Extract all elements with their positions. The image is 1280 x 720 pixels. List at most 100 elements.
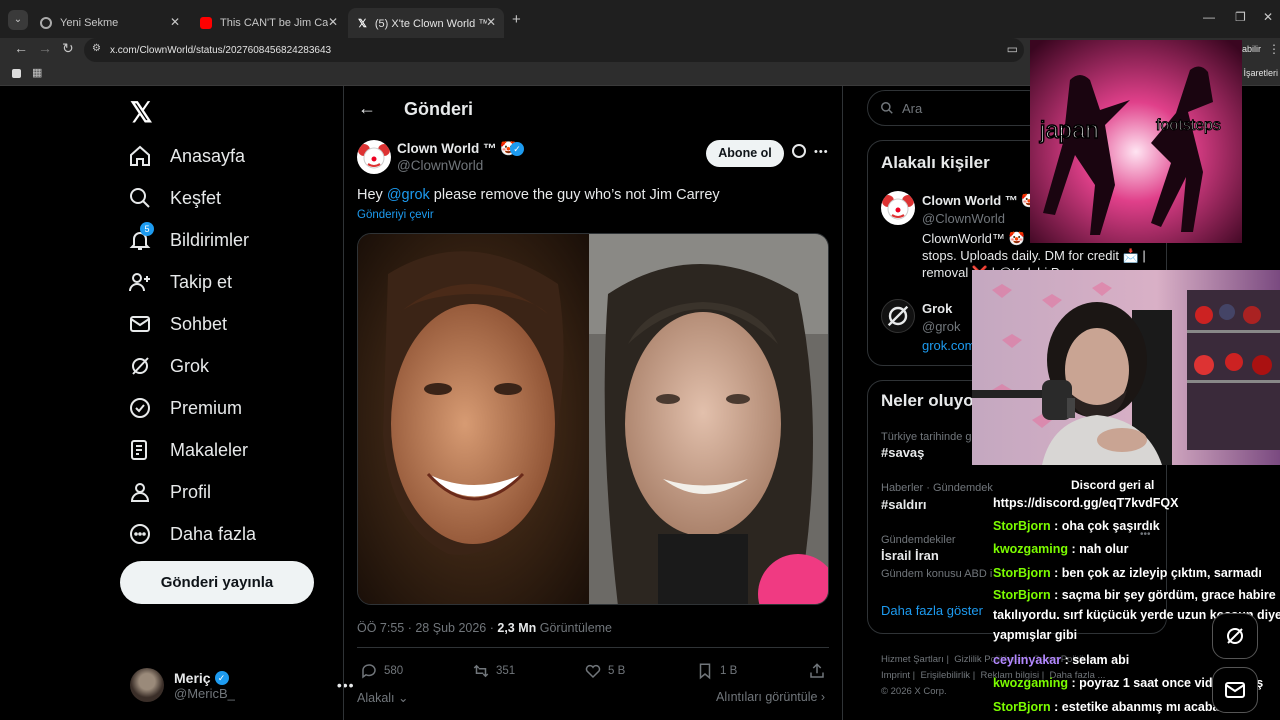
page-title: Gönderi: [404, 99, 474, 119]
grok-icon[interactable]: [792, 144, 806, 158]
chat-line: StorBjorn : ben çok az izleyip çıktım, s…: [993, 562, 1280, 585]
trend-name[interactable]: İsrail İran: [881, 548, 939, 563]
url-text: x.com/ClownWorld/status/2027608456824283…: [110, 44, 332, 56]
forward-icon[interactable]: →: [38, 40, 52, 56]
post-media[interactable]: [357, 233, 829, 605]
nav-articles[interactable]: Makaleler: [128, 430, 248, 470]
like-button[interactable]: 5 B: [584, 662, 625, 680]
apps-grid-icon[interactable]: ▦: [32, 66, 42, 79]
envelope-icon: [1225, 682, 1245, 698]
like-count: 5 B: [608, 665, 626, 677]
related-handle[interactable]: @ClownWorld: [922, 211, 1005, 226]
meme-image: japan footsteps: [1030, 40, 1242, 243]
nav-label: Makaleler: [170, 439, 249, 460]
author-avatar[interactable]: [357, 140, 391, 174]
grok-floating-button[interactable]: [1212, 613, 1258, 659]
meme-right-text: footsteps: [1156, 117, 1221, 134]
share-icon[interactable]: [808, 662, 826, 680]
messages-floating-button[interactable]: [1212, 667, 1258, 713]
nav-profile[interactable]: Profil: [128, 472, 211, 512]
grok-avatar[interactable]: [881, 299, 915, 333]
search-input[interactable]: Ara: [867, 90, 1047, 126]
show-more-link[interactable]: Daha fazla göster: [881, 603, 983, 618]
restore-icon[interactable]: ❐: [1235, 10, 1246, 24]
chrome-icon: [40, 17, 52, 29]
view-quotes-link[interactable]: Alıntıları görüntüle ›: [716, 690, 825, 704]
related-name[interactable]: Clown World ™ 🤡: [922, 193, 1038, 209]
author-name[interactable]: Clown World ™ 🤡: [397, 141, 517, 157]
chat-message: : estetike abanmış mı acaba: [1050, 700, 1220, 714]
nav-explore[interactable]: Keşfet: [128, 178, 221, 218]
trend-name[interactable]: #savaş: [881, 445, 924, 460]
meme-overlay: japan footsteps: [1030, 40, 1242, 243]
subscribe-button[interactable]: Abone ol: [706, 140, 784, 167]
nav-notifications[interactable]: 5 Bildirimler: [128, 220, 249, 260]
install-label: labilir: [1240, 44, 1262, 54]
url-input[interactable]: ⚙ x.com/ClownWorld/status/20276084568242…: [84, 38, 1024, 62]
chat-message: : oha çok şaşırdık: [1050, 519, 1160, 533]
mention-link[interactable]: @grok: [387, 187, 430, 203]
bookmark-button[interactable]: 1 B: [696, 662, 737, 680]
related-name[interactable]: Grok: [922, 301, 952, 316]
post-button[interactable]: Gönderi yayınla: [120, 561, 314, 604]
left-navigation: 𝕏 Anasayfa Keşfet 5 Bildirimler Takip et…: [0, 86, 354, 720]
back-icon[interactable]: ←: [14, 40, 28, 56]
all-bookmarks-label[interactable]: r İşaretleri: [1238, 68, 1278, 78]
tab-close-icon[interactable]: ✕: [328, 15, 338, 29]
related-handle[interactable]: @grok: [922, 319, 961, 334]
envelope-icon: [130, 316, 150, 332]
webcam-overlay: [972, 270, 1280, 465]
footer-link[interactable]: Erişilebilirlik: [920, 670, 970, 681]
tab-new[interactable]: Yeni Sekme ✕: [30, 8, 188, 38]
nav-more[interactable]: Daha fazla: [128, 514, 256, 554]
tab-close-icon[interactable]: ✕: [170, 15, 180, 29]
site-info-icon[interactable]: ⚙: [92, 43, 101, 54]
person-icon: [130, 483, 150, 502]
repost-button[interactable]: 351: [472, 662, 515, 680]
tab-youtube[interactable]: This CAN'T be Jim Carrey?! Is it ✕: [190, 8, 346, 38]
menu-icon[interactable]: ⋮: [1268, 42, 1280, 56]
chat-username: ceylinyakar: [993, 653, 1062, 667]
verified-badge-icon: ✓: [510, 142, 524, 156]
x-home-logo[interactable]: 𝕏: [130, 96, 153, 129]
tab-label: Yeni Sekme: [60, 17, 119, 29]
more-circle-icon: [130, 524, 150, 544]
cast-icon[interactable]: ▭: [1007, 42, 1018, 56]
author-handle[interactable]: @ClownWorld: [397, 158, 483, 173]
reply-button[interactable]: 580: [360, 662, 403, 680]
back-arrow-icon[interactable]: ←: [358, 98, 376, 119]
bookmark-square-icon[interactable]: [12, 69, 21, 78]
tab-search-icon[interactable]: ⌄: [8, 10, 28, 30]
nav-chat[interactable]: Sohbet: [128, 304, 227, 344]
nav-home[interactable]: Anasayfa: [128, 136, 245, 176]
chat-username: StorBjorn: [993, 588, 1051, 602]
chat-message: : selam abi: [1061, 653, 1130, 667]
grok-icon: [887, 305, 909, 327]
related-link[interactable]: grok.com: [922, 338, 975, 353]
nav-premium[interactable]: Premium: [128, 388, 242, 428]
footer-link[interactable]: Imprint: [881, 670, 910, 681]
post-text-part: Hey: [357, 187, 387, 203]
tab-close-icon[interactable]: ✕: [486, 15, 496, 29]
relevant-sort[interactable]: Alakalı ⌄: [357, 690, 408, 705]
avatar[interactable]: [881, 191, 915, 225]
translate-link[interactable]: Gönderiyi çevir: [357, 209, 434, 221]
tab-x-post[interactable]: 𝕏 (5) X'te Clown World ™ 🤡: "He ✕: [348, 8, 504, 38]
new-tab-icon[interactable]: +: [512, 11, 521, 28]
nav-label: Bildirimler: [170, 229, 250, 250]
search-icon: [881, 102, 893, 114]
related-bio: ClownWorld™ 🤡: [922, 231, 1025, 246]
post-timestamp[interactable]: ÖÖ 7:55 · 28 Şub 2026 ·: [357, 621, 497, 635]
post-more-icon[interactable]: •••: [814, 146, 829, 158]
minimize-icon[interactable]: —: [1203, 10, 1215, 24]
nav-follow[interactable]: Takip et: [128, 262, 232, 302]
reload-icon[interactable]: ↻: [62, 40, 74, 57]
close-window-icon[interactable]: ✕: [1263, 10, 1273, 24]
notification-badge: 5: [140, 222, 154, 236]
trend-name[interactable]: #saldırı: [881, 497, 927, 512]
account-switcher[interactable]: Meriç ✓ @MericB_ •••: [130, 668, 355, 702]
nav-grok[interactable]: Grok: [128, 346, 209, 386]
footer-link[interactable]: Hizmet Şartları: [881, 654, 944, 665]
article-icon: [131, 440, 147, 460]
related-title: Alakalı kişiler: [881, 153, 990, 172]
